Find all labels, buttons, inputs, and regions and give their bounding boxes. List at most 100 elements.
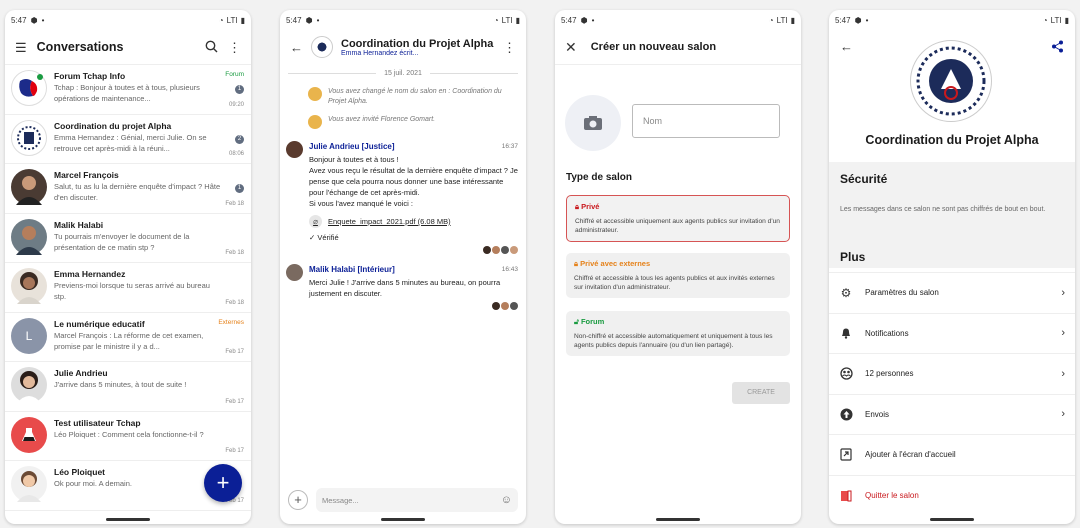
read-receipts[interactable] bbox=[309, 302, 518, 310]
message: Julie Andrieu [Justice] 16:37 Bonjour à t… bbox=[280, 133, 526, 254]
list-item[interactable]: Malik Halabi Tu pourrais m'envoyer le do… bbox=[5, 214, 251, 263]
more-vertical-icon[interactable]: ⋮ bbox=[228, 41, 241, 54]
message-composer: + Message... ☺ bbox=[288, 488, 518, 512]
leave-room-row[interactable]: Quitter le salon bbox=[829, 476, 1075, 517]
row-label: Envois bbox=[865, 409, 890, 419]
room-logo bbox=[910, 40, 992, 122]
security-description: Les messages dans ce salon ne sont pas c… bbox=[840, 206, 1046, 213]
message-line: Avez vous reçu le résultat de la dernièr… bbox=[309, 166, 518, 197]
back-arrow-icon[interactable]: ← bbox=[840, 40, 853, 53]
status-bar: 5:47 ⬢ • ◔ LTI ▮ bbox=[829, 10, 1075, 30]
avatar[interactable] bbox=[286, 264, 303, 281]
uploads-row[interactable]: Envois › bbox=[829, 395, 1075, 435]
add-to-home-row[interactable]: Ajouter à l'écran d'accueil bbox=[829, 435, 1075, 476]
battery-icon: ▮ bbox=[790, 15, 795, 25]
date-separator: 15 juil. 2021 bbox=[288, 70, 519, 77]
chat-screen: 5:47 ⬢ • ◔ LTI ▮ ← Coordination du Projet Al… bbox=[280, 10, 526, 524]
unread-badge: 1 bbox=[235, 184, 244, 193]
room-type-private[interactable]: 🔒︎ Privé Chiffré et accessible uniquemen… bbox=[566, 195, 790, 242]
emoji-icon[interactable]: ☺ bbox=[501, 494, 512, 506]
members-row[interactable]: 12 personnes › bbox=[829, 354, 1075, 395]
app-bar: ☰ Conversations ⋮ bbox=[5, 30, 251, 64]
home-indicator bbox=[381, 518, 425, 521]
more-vertical-icon[interactable]: ⋮ bbox=[503, 41, 516, 54]
create-button[interactable]: CREATE bbox=[732, 382, 790, 404]
new-conversation-button[interactable]: + bbox=[204, 464, 242, 502]
page-title: Conversations bbox=[36, 40, 124, 54]
chevron-right-icon: › bbox=[1061, 327, 1065, 340]
message-time: 16:37 bbox=[501, 143, 518, 150]
battery-icon: ▮ bbox=[240, 15, 245, 25]
room-type-forum[interactable]: 🔓︎ Forum Non-chiffré et accessible autom… bbox=[566, 311, 790, 356]
home-indicator bbox=[656, 518, 700, 521]
wifi-icon: ◔ bbox=[218, 15, 224, 25]
conversation-date: 09:20 bbox=[228, 101, 244, 108]
list-item[interactable]: Julie Andrieu J'arrive dans 5 minutes, à… bbox=[5, 362, 251, 412]
room-photo-button[interactable] bbox=[565, 95, 621, 151]
search-icon[interactable] bbox=[205, 40, 218, 55]
row-label: Notifications bbox=[865, 328, 909, 338]
shield-icon: ⬢ bbox=[305, 15, 313, 25]
shield-icon: ⬢ bbox=[854, 15, 862, 25]
room-title[interactable]: Coordination du Projet Alpha bbox=[341, 38, 495, 50]
unread-badge: 1 bbox=[235, 85, 244, 94]
message-sender[interactable]: Julie Andrieu [Justice] bbox=[309, 141, 395, 152]
event-text: Vous avez changé le nom du salon en : Co… bbox=[328, 88, 502, 105]
list-item[interactable]: Coordination du projet Alpha Emma Hernan… bbox=[5, 115, 251, 164]
avatar bbox=[308, 115, 322, 129]
list-item[interactable]: Marcel François Salut, tu as lu la derni… bbox=[5, 164, 251, 214]
message-input[interactable]: Message... ☺ bbox=[316, 488, 518, 512]
status-time: 5:47 bbox=[11, 15, 27, 25]
gear-icon: ⚙ bbox=[840, 285, 852, 300]
conversation-preview: J'arrive dans 5 minutes, à tout de suite… bbox=[54, 380, 187, 389]
list-item[interactable]: Test utilisateur Tchap Léo Ploiquet : Co… bbox=[5, 412, 251, 461]
attach-button[interactable]: + bbox=[288, 490, 308, 510]
conversation-preview: Tchap : Bonjour à toutes et à tous, plus… bbox=[54, 83, 200, 103]
dot-icon: • bbox=[591, 15, 595, 25]
room-avatar[interactable] bbox=[311, 36, 333, 58]
room-type-private-external[interactable]: 🔒︎ Privé avec externes Chiffré et access… bbox=[566, 253, 790, 298]
conversation-date: 08:06 bbox=[228, 151, 244, 157]
list-item[interactable]: L Le numérique educatif Marcel François … bbox=[5, 313, 251, 362]
home-indicator bbox=[930, 518, 974, 521]
option-title: Privé bbox=[581, 202, 600, 211]
message-line: Bonjour à toutes et à tous ! bbox=[309, 155, 399, 164]
message-placeholder: Message... bbox=[322, 495, 359, 505]
back-arrow-icon[interactable]: ← bbox=[290, 41, 303, 54]
conversations-screen: 5:47 ⬢ • ◔ LTI ▮ ☰ Conversations ⋮ Forum Tch… bbox=[5, 10, 251, 524]
message-sender[interactable]: Malik Halabi [Intérieur] bbox=[309, 264, 395, 275]
status-time: 5:47 bbox=[561, 15, 577, 25]
status-time: 5:47 bbox=[286, 15, 302, 25]
lock-icon: 🔒︎ bbox=[575, 202, 579, 211]
room-settings-row[interactable]: ⚙ Paramètres du salon › bbox=[829, 273, 1075, 314]
message-line: Si vous l'avez manqué le voici : bbox=[309, 199, 413, 208]
conversation-preview: Salut, tu as lu la dernière enquête d'im… bbox=[54, 182, 221, 202]
read-receipts[interactable] bbox=[309, 246, 518, 254]
conversation-name: Malik Halabi bbox=[54, 219, 104, 230]
forum-icon: 🔓︎ bbox=[574, 317, 579, 326]
room-name-input[interactable]: Nom bbox=[632, 104, 780, 138]
list-item[interactable]: Forum Tchap Info Tchap : Bonjour à toute… bbox=[5, 65, 251, 115]
wifi-icon: ◔ bbox=[768, 15, 774, 25]
conversation-preview: Emma Hernandez : Génial, merci Julie. On… bbox=[54, 132, 207, 153]
dot-icon: • bbox=[316, 15, 320, 25]
event-text: Vous avez invité Florence Gomart. bbox=[328, 116, 436, 123]
option-title: Privé avec externes bbox=[580, 259, 651, 268]
externes-tag: Externes bbox=[218, 318, 244, 326]
camera-icon bbox=[584, 116, 602, 130]
shortcut-icon bbox=[839, 448, 853, 462]
avatar[interactable] bbox=[286, 141, 303, 158]
file-attachment[interactable]: ⌀ Enquete_impact_2021.pdf (6.08 MB) bbox=[309, 215, 518, 228]
status-bar: 5:47 ⬢ • ◔ LTI ▮ bbox=[5, 10, 251, 30]
share-icon[interactable] bbox=[1051, 40, 1064, 55]
row-label: Ajouter à l'écran d'accueil bbox=[865, 450, 956, 460]
conversation-preview: Marcel François : La réforme de cet exam… bbox=[54, 330, 204, 351]
menu-icon[interactable]: ☰ bbox=[15, 41, 27, 54]
conversation-name: Le numérique educatif bbox=[54, 318, 145, 329]
dot-icon: • bbox=[865, 15, 869, 25]
close-icon[interactable]: ✕ bbox=[565, 40, 577, 54]
forum-tag: Forum bbox=[225, 71, 244, 78]
list-item[interactable]: Emma Hernandez Previens-moi lorsque tu s… bbox=[5, 263, 251, 313]
notifications-row[interactable]: Notifications › bbox=[829, 314, 1075, 354]
date-label: 15 juil. 2021 bbox=[384, 70, 422, 77]
